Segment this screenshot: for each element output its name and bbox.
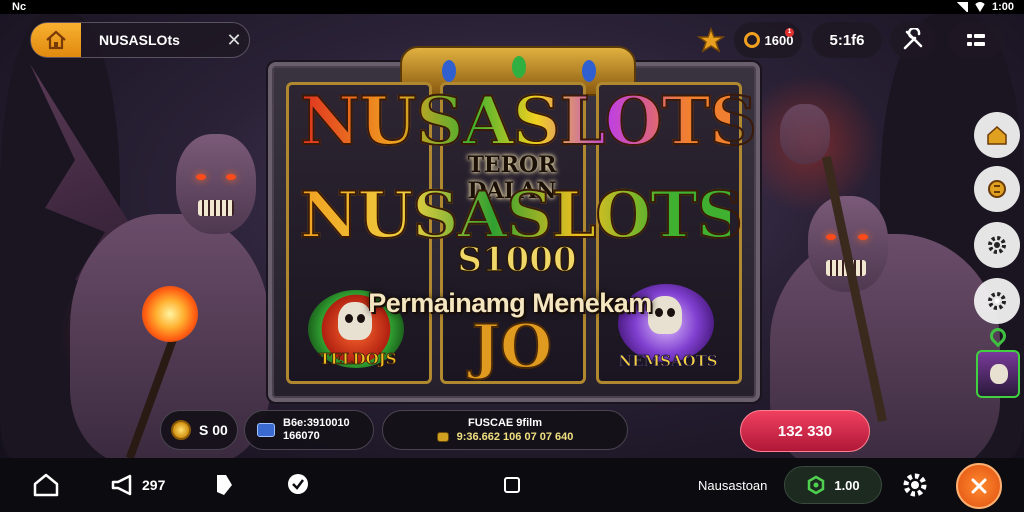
- nav-tag[interactable]: [212, 458, 236, 512]
- coin-ring-icon: [743, 32, 760, 48]
- bottom-nav: 297 Nausastoan 1.00: [0, 458, 1024, 512]
- level-counter[interactable]: 5:1f6: [812, 22, 882, 58]
- trophy-button[interactable]: [694, 22, 728, 58]
- balance-pill[interactable]: S 00: [160, 410, 238, 450]
- menu-button[interactable]: [948, 22, 1004, 58]
- share-count: 297: [142, 477, 166, 493]
- coin-counter[interactable]: 1600 1: [734, 22, 802, 58]
- gem-blue: [582, 60, 596, 82]
- skull-icon: [990, 364, 1008, 384]
- game-tagline: Permainamg Menekam: [368, 288, 652, 318]
- spin-button[interactable]: 132 330: [740, 410, 870, 452]
- win-label: FUSCAE 9film: [468, 417, 542, 429]
- gem-green: [512, 56, 526, 78]
- nav-balance[interactable]: 1.00: [784, 466, 882, 504]
- cog-icon: [988, 292, 1006, 310]
- tag-icon: [217, 475, 232, 495]
- megaphone-icon: [111, 474, 132, 496]
- title-pill[interactable]: NUSASLOts ✕: [30, 22, 250, 58]
- status-bar: Nc 1:00: [0, 0, 1024, 14]
- home-icon: [33, 473, 59, 497]
- signal-icon: [955, 2, 968, 12]
- side-button-house[interactable]: [974, 112, 1020, 158]
- tools-button[interactable]: [890, 22, 936, 58]
- chip-icon: [257, 423, 275, 437]
- carrier-label: Nc: [12, 1, 27, 13]
- nav-settings[interactable]: [900, 458, 930, 512]
- side-button-coin[interactable]: [974, 166, 1020, 212]
- coin-icon: [988, 180, 1006, 198]
- game-title: NUSASLOTS: [299, 82, 758, 160]
- notification-badge: 1: [785, 28, 794, 37]
- side-button-gear[interactable]: [974, 278, 1020, 324]
- chat-icon: [288, 474, 308, 494]
- house-icon: [46, 30, 66, 50]
- house-icon: [987, 125, 1007, 145]
- app-title-label: NUSASLOts: [99, 32, 180, 48]
- level-value: 5:1f6: [829, 31, 865, 49]
- gear-icon: [903, 473, 927, 497]
- clock: 1:00: [991, 1, 1014, 13]
- hexagon-icon: [808, 475, 825, 495]
- wifi-icon: [973, 2, 986, 12]
- nav-brand[interactable]: Nausastoan: [698, 458, 767, 512]
- trophy-icon: [697, 27, 725, 53]
- bet-line-2: 166070: [283, 430, 320, 442]
- side-button-settings[interactable]: [974, 222, 1020, 268]
- balance-value: S 00: [199, 422, 228, 438]
- bet-pill[interactable]: B6e:3910010 166070: [244, 410, 374, 450]
- character-thumbnail[interactable]: [976, 350, 1020, 398]
- coin-icon: [171, 420, 191, 440]
- badge-label-left: TELDOJS: [319, 350, 397, 369]
- menu-icon: [967, 34, 985, 46]
- badge-label-right: NEMSAOTS: [618, 352, 718, 371]
- win-value: 9:36.662 106 07 07 640: [456, 431, 574, 443]
- wrench-icon: [903, 28, 923, 50]
- square-icon: [504, 477, 520, 493]
- nav-home[interactable]: [32, 458, 60, 512]
- brand-label: Nausastoan: [698, 477, 768, 493]
- home-button[interactable]: [31, 23, 81, 57]
- nav-balance-value: 1.00: [834, 477, 860, 493]
- reel-symbol: JO: [471, 311, 554, 383]
- bet-line-1: B6e:3910010: [283, 417, 350, 429]
- nav-action-button[interactable]: [956, 463, 1002, 509]
- spin-label: 132 330: [777, 422, 833, 440]
- win-pill: FUSCAE 9film 9:36.662 106 07 07 640: [382, 410, 628, 450]
- fireball: [142, 286, 198, 342]
- gear-icon: [988, 236, 1006, 254]
- cross-icon: [971, 478, 987, 494]
- gem-blue: [442, 60, 456, 82]
- close-icon[interactable]: ✕: [219, 30, 249, 51]
- nav-share[interactable]: 297: [110, 458, 165, 512]
- jackpot-amount: S1000: [457, 239, 578, 281]
- nav-chat[interactable]: [284, 458, 312, 512]
- win-icon: [436, 432, 449, 442]
- nav-overview[interactable]: [502, 458, 522, 512]
